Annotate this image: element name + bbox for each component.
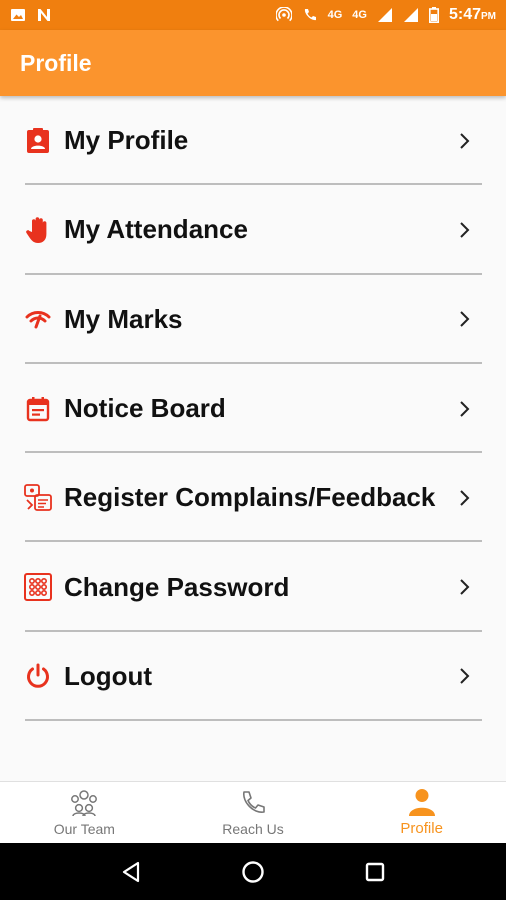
menu-item-label: Change Password — [64, 571, 290, 602]
signal-icon — [377, 8, 392, 22]
status-time: 5:47PM — [448, 6, 496, 23]
system-navigation-bar — [0, 843, 506, 900]
menu-item-logout[interactable]: Logout — [0, 632, 506, 722]
raised-hand-icon — [24, 216, 52, 244]
hotspot-icon — [275, 7, 292, 22]
chevron-right-icon — [460, 132, 470, 149]
menu-item-label: My Profile — [64, 125, 189, 156]
status-right-icons: 4G 4G 5:47PM — [275, 6, 496, 24]
image-icon — [11, 9, 25, 21]
menu-item-notice-board[interactable]: Notice Board — [0, 364, 506, 454]
power-icon — [24, 662, 52, 690]
signal-icon — [403, 8, 418, 22]
bottom-navigation: Our Team Reach Us Profile — [0, 781, 506, 843]
chevron-right-icon — [460, 668, 470, 685]
phone-icon — [243, 790, 265, 813]
page-title: Profile — [20, 49, 92, 76]
menu-item-my-attendance[interactable]: My Attendance — [0, 185, 506, 275]
app-bar: Profile — [0, 30, 506, 96]
back-icon[interactable] — [120, 861, 142, 883]
menu-item-my-marks[interactable]: My Marks — [0, 275, 506, 365]
menu-item-label: My Attendance — [64, 214, 248, 245]
network-type-2: 4G — [352, 9, 367, 21]
tab-label: Our Team — [53, 820, 115, 837]
network-type-1: 4G — [327, 9, 343, 21]
keypad-icon — [24, 573, 52, 602]
chevron-right-icon — [460, 400, 470, 417]
chevron-right-icon — [460, 222, 470, 238]
menu-item-label: Register Complains/Feedback — [64, 482, 436, 513]
status-left-icons — [10, 7, 52, 23]
tab-profile[interactable]: Profile — [337, 782, 506, 843]
menu-item-my-profile[interactable]: My Profile — [0, 96, 506, 186]
notification-n-icon — [38, 9, 50, 21]
battery-icon — [428, 7, 439, 23]
chevron-right-icon — [460, 579, 470, 595]
chevron-right-icon — [460, 311, 470, 327]
menu-item-label: Notice Board — [64, 393, 226, 424]
chevron-right-icon — [460, 490, 470, 506]
home-icon[interactable] — [241, 860, 265, 884]
team-icon — [71, 789, 98, 816]
menu-item-change-password[interactable]: Change Password — [0, 542, 506, 633]
tab-our-team[interactable]: Our Team — [0, 782, 169, 843]
feedback-icon — [24, 483, 52, 512]
tab-label: Reach Us — [222, 820, 284, 837]
menu-item-register-complains[interactable]: Register Complains/Feedback — [0, 453, 506, 543]
wifi-call-icon — [304, 9, 316, 21]
profile-menu: My Profile My Attendance My Marks Notice… — [0, 96, 506, 722]
tab-label: Profile — [400, 820, 443, 837]
calendar-icon — [24, 395, 52, 423]
person-icon — [408, 789, 435, 816]
recents-icon[interactable] — [364, 861, 386, 883]
status-bar: 4G 4G 5:47PM — [0, 0, 506, 30]
id-card-icon — [24, 127, 52, 155]
marks-icon — [24, 305, 52, 333]
menu-item-label: Logout — [64, 660, 153, 691]
tab-reach-us[interactable]: Reach Us — [169, 782, 338, 843]
menu-item-label: My Marks — [64, 303, 183, 334]
